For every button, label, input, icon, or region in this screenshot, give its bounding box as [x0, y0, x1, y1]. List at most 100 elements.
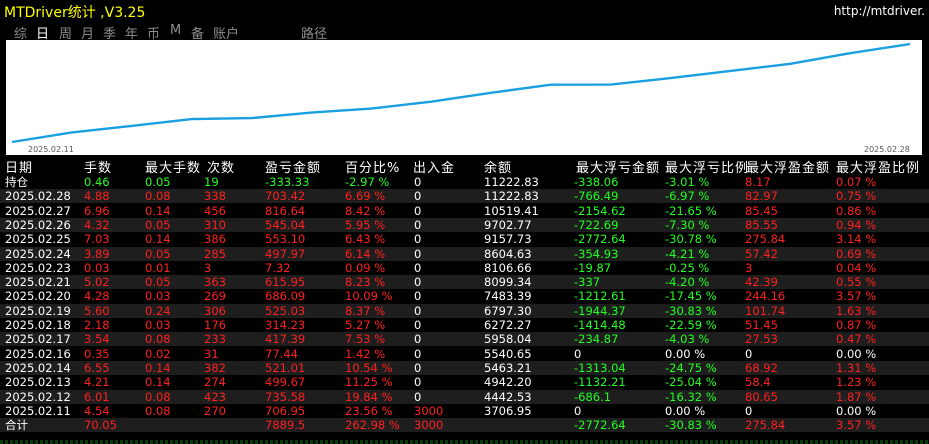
cell-percent: 10.54 % [345, 360, 393, 375]
cell-pnl: 417.39 [265, 332, 306, 347]
cell-count: 338 [204, 189, 226, 204]
cell-deposit: 0 [414, 389, 422, 404]
cell-deposit: 0 [414, 275, 422, 290]
cell-count: 306 [204, 303, 226, 318]
table-row: 2025.02.26 4.32 0.05 310 545.04 5.95 % 0 9702.7… [0, 217, 929, 232]
cell-count: 274 [204, 375, 226, 390]
cell-lots: 3.89 [84, 246, 110, 261]
cell-date: 2025.02.25 [5, 232, 71, 247]
cell-date: 2025.02.11 [5, 403, 71, 418]
cell-balance: 5540.65 [484, 346, 532, 361]
cell-max-float-loss-pct: -4.21 % [665, 246, 710, 261]
cell-pnl: 686.09 [265, 289, 306, 304]
table-row: 2025.02.20 4.28 0.03 269 686.09 10.09 % 0 7483.… [0, 289, 929, 303]
cell-max-float-loss-pct: 0.00 % [665, 346, 706, 361]
tab-m[interactable]: M [170, 23, 181, 38]
cell-balance: 4942.20 [484, 375, 532, 390]
cell-count: 31 [204, 346, 219, 361]
cell-balance: 4442.53 [484, 389, 532, 404]
cell-max-lots: 0.05 [145, 246, 171, 261]
cell-pnl: 314.23 [265, 318, 306, 332]
cell-date: 持仓 [5, 175, 28, 189]
header-max-float-profit-pct: 最大浮盈比例 [836, 161, 921, 176]
cell-max-lots: 0.03 [145, 289, 171, 304]
cell-max-float-loss-pct: -30.78 % [665, 232, 717, 247]
cell-lots: 70.05 [84, 418, 117, 433]
cell-max-float-profit-pct: 1.63 % [836, 303, 877, 318]
cell-max-float-loss-pct: -30.83 % [665, 303, 717, 318]
cell-max-float-profit-pct: 0.87 % [836, 318, 877, 332]
cell-balance: 5463.21 [484, 360, 532, 375]
cell-balance: 8604.63 [484, 246, 532, 261]
balance-chart-svg: 2025.02.11 2025.02.28 [11, 42, 911, 154]
cell-date: 2025.02.16 [5, 346, 71, 361]
cell-max-float-profit-pct: 0.07 % [836, 175, 877, 189]
cell-max-float-profit-pct: 3.14 % [836, 232, 877, 247]
cell-deposit: 0 [414, 303, 422, 318]
title-bar: MTDriver统计 ,V3.25 http://mtdriver. [0, 0, 929, 22]
cell-lots: 5.02 [84, 275, 110, 290]
cell-balance: 11222.83 [484, 175, 539, 189]
cell-max-float-profit: 0 [745, 403, 753, 418]
header-date: 日期 [5, 161, 34, 176]
table-row: 合计 70.05 7889.5 262.98 % 3000 -2772.64 -30.83 … [0, 418, 929, 433]
cell-deposit: 0 [414, 289, 422, 304]
cell-lots: 4.54 [84, 403, 110, 418]
app-title: MTDriver统计 ,V3.25 [4, 5, 146, 21]
cell-max-float-profit: 51.45 [745, 318, 778, 332]
table-row: 2025.02.18 2.18 0.03 176 314.23 5.27 % 0 6272.2… [0, 318, 929, 332]
cell-max-float-profit-pct: 1.23 % [836, 375, 877, 390]
header-lots: 手数 [84, 161, 113, 176]
cell-balance: 5958.04 [484, 332, 532, 347]
table-row: 2025.02.24 3.89 0.05 285 497.97 6.14 % 0 8604.6… [0, 246, 929, 261]
cell-count: 310 [204, 217, 226, 232]
header-deposit: 出入金 [413, 161, 456, 176]
cell-max-float-profit: 58.4 [745, 375, 771, 390]
cell-deposit: 3000 [414, 418, 444, 433]
cell-pnl: 553.10 [265, 232, 306, 247]
cell-pnl: 525.03 [265, 303, 306, 318]
cell-max-float-profit: 244.16 [745, 289, 786, 304]
cell-date: 2025.02.18 [5, 318, 71, 332]
table-row: 2025.02.19 5.60 0.24 306 525.03 8.37 % 0 6797.3… [0, 303, 929, 318]
cell-deposit: 0 [414, 203, 422, 218]
website-link[interactable]: http://mtdriver. [834, 4, 925, 18]
balance-chart: 2025.02.11 2025.02.28 [6, 40, 922, 155]
cell-max-float-loss-pct: -21.65 % [665, 203, 717, 218]
cell-max-float-loss: -2772.64 [574, 232, 626, 247]
cell-date: 2025.02.20 [5, 289, 71, 304]
cell-date: 2025.02.24 [5, 246, 71, 261]
table-row: 2025.02.11 4.54 0.08 270 706.95 23.56 % 3000 37… [0, 404, 929, 418]
cell-max-lots: 0.14 [145, 232, 171, 247]
cell-count: 456 [204, 203, 226, 218]
cell-deposit: 0 [414, 332, 422, 347]
cell-max-float-profit-pct: 1.31 % [836, 360, 877, 375]
cell-max-lots: 0.08 [145, 189, 171, 204]
cell-percent: 8.23 % [345, 275, 386, 290]
header-pnl: 盈亏金额 [265, 161, 322, 176]
cell-max-float-loss: -2154.62 [574, 203, 626, 218]
cell-balance: 3706.95 [484, 403, 532, 418]
table-row: 2025.02.13 4.21 0.14 274 499.67 11.25 % 0 4942.… [0, 375, 929, 389]
cell-max-float-profit: 85.55 [745, 217, 778, 232]
cell-deposit: 0 [414, 232, 422, 247]
cell-count: 176 [204, 318, 226, 332]
cell-pnl: 816.64 [265, 203, 306, 218]
cell-max-float-loss-pct: -25.04 % [665, 375, 717, 390]
cell-max-float-profit: 82.97 [745, 189, 778, 204]
table-row: 2025.02.12 6.01 0.08 423 735.58 19.84 % 0 4442.… [0, 389, 929, 404]
cell-max-float-loss-pct: -7.30 % [665, 217, 710, 232]
x-axis-end-label: 2025.02.28 [864, 145, 910, 154]
table-row: 2025.02.21 5.02 0.05 363 615.95 8.23 % 0 8099.3… [0, 275, 929, 290]
cell-max-float-profit: 57.42 [745, 246, 778, 261]
header-max-float-profit: 最大浮盈金额 [746, 161, 831, 176]
cell-max-float-loss: -1313.04 [574, 360, 626, 375]
cell-max-float-loss-pct: 0.00 % [665, 403, 706, 418]
cell-lots: 4.21 [84, 375, 110, 390]
cell-max-float-profit-pct: 3.57 % [836, 289, 877, 304]
cell-pnl: 7.32 [265, 260, 291, 275]
cell-max-float-loss-pct: -22.59 % [665, 318, 717, 332]
cell-lots: 0.35 [84, 346, 110, 361]
cell-max-lots: 0.14 [145, 375, 171, 390]
cell-max-lots: 0.05 [145, 275, 171, 290]
